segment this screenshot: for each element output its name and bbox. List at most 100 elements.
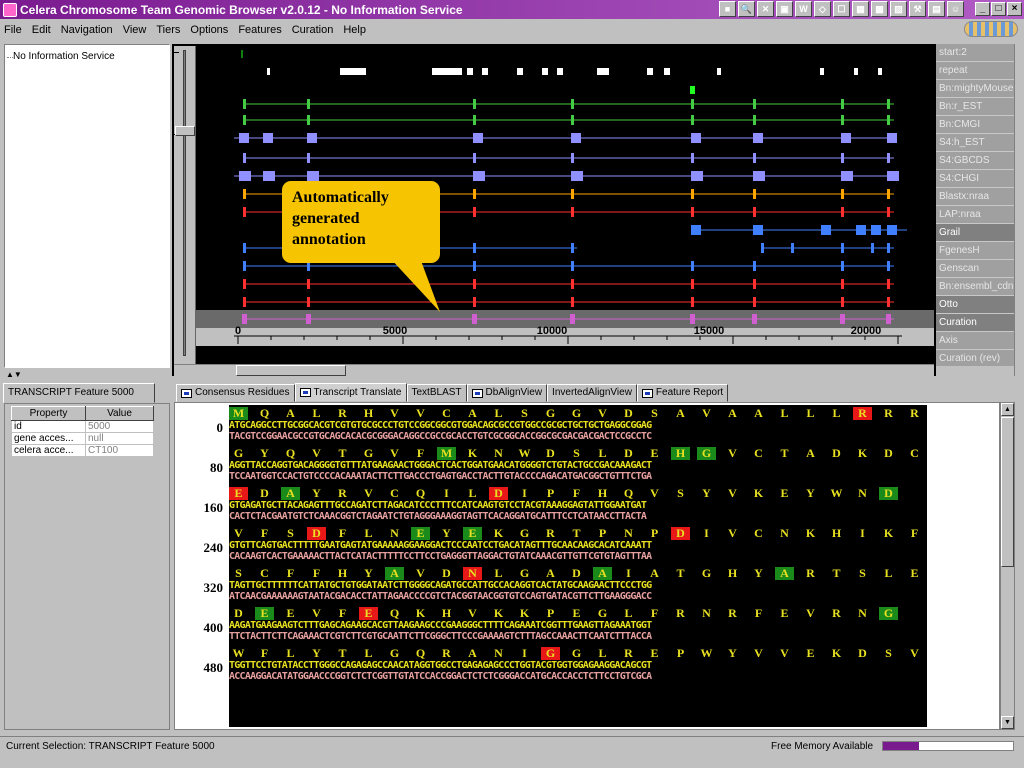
sequence-scroll-thumb[interactable] <box>1001 417 1014 567</box>
menu-navigation[interactable]: Navigation <box>61 24 113 36</box>
menu-view[interactable]: View <box>123 24 147 36</box>
amino-acid: V <box>416 566 425 580</box>
amino-acid: K <box>493 606 504 620</box>
tier-name[interactable]: Bn:ensembl_cdna <box>936 278 1014 296</box>
minimize-button[interactable]: _ <box>975 2 990 16</box>
scroll-down-icon[interactable]: ▼ <box>1001 716 1014 729</box>
menu-tiers[interactable]: Tiers <box>156 24 180 36</box>
image2-icon[interactable]: ▨ <box>890 1 907 17</box>
feature-tab[interactable]: TRANSCRIPT Feature 5000 <box>3 383 155 403</box>
feature-block <box>263 171 275 181</box>
maximize-button[interactable]: □ <box>991 2 1006 16</box>
tab-textblast[interactable]: TextBLAST <box>406 384 467 402</box>
tier-name[interactable]: FgenesH <box>936 242 1014 260</box>
sequence-scrollbar[interactable]: ▲ ▼ <box>1000 402 1015 730</box>
amino-acid: V <box>728 526 737 540</box>
amino-acid: A <box>728 406 737 420</box>
close-button[interactable]: × <box>1007 2 1022 16</box>
tier-name[interactable]: start:2 <box>936 44 1014 62</box>
tier-name[interactable]: Otto <box>936 296 1014 314</box>
tier-name[interactable]: Bn:r_EST <box>936 98 1014 116</box>
tier-name[interactable]: S4:CHGI <box>936 170 1014 188</box>
menu-curation[interactable]: Curation <box>292 24 334 36</box>
amino-acid: K <box>831 646 842 660</box>
search-icon[interactable]: 🔍 <box>738 1 755 17</box>
menu-edit[interactable]: Edit <box>32 24 51 36</box>
menu-options[interactable]: Options <box>190 24 228 36</box>
compare-icon[interactable]: ✕ <box>757 1 774 17</box>
service-tree[interactable]: No Information Service <box>4 44 170 368</box>
tier-name[interactable]: Bn:mightyMouse <box>936 80 1014 98</box>
feature-block <box>243 261 246 271</box>
amino-acid: A <box>385 567 404 580</box>
flag-icon[interactable]: ■ <box>719 1 736 17</box>
grid-icon[interactable]: ▦ <box>852 1 869 17</box>
amino-acid: F <box>338 526 347 540</box>
zoom-thumb[interactable] <box>175 126 195 136</box>
amino-acid: R <box>442 646 451 660</box>
amino-acid: F <box>416 446 425 460</box>
repeat-feature <box>717 68 721 75</box>
feature-block <box>571 243 574 253</box>
amino-acid: D <box>879 487 898 500</box>
tab-consensus-residues[interactable]: Consensus Residues <box>176 384 295 402</box>
diamond-icon[interactable]: ◇ <box>814 1 831 17</box>
feature-block <box>307 171 319 181</box>
feature-block <box>473 99 476 109</box>
feature-block <box>841 133 851 143</box>
tab-invertedalignview[interactable]: InvertedAlignView <box>547 384 637 402</box>
tier-name[interactable]: S4:GBCDS <box>936 152 1014 170</box>
property-row[interactable]: celera acce... CT100 <box>11 444 154 457</box>
collapse-arrow-icon[interactable]: ▲▼ <box>6 370 22 379</box>
tier-names-scrollbar[interactable] <box>1014 44 1023 376</box>
tree-node-root[interactable]: No Information Service <box>7 51 115 62</box>
scroll-up-icon[interactable]: ▲ <box>1001 403 1014 416</box>
amino-acid: L <box>494 566 503 580</box>
amino-acid: I <box>860 526 865 540</box>
image-icon[interactable]: ▩ <box>871 1 888 17</box>
value-header[interactable]: Value <box>85 406 154 421</box>
tier-name[interactable]: Genscan <box>936 260 1014 278</box>
amino-acid: A <box>806 446 815 460</box>
property-row[interactable]: id 5000 <box>11 420 154 433</box>
amino-acid-row: SCFFHYAVDNLGADAIATGHYARTSLE <box>229 567 927 580</box>
people-icon[interactable]: ☺ <box>947 1 964 17</box>
tier-name[interactable]: Curation (rev) <box>936 350 1014 366</box>
amino-acid: L <box>884 566 893 580</box>
window-icon[interactable]: ▣ <box>776 1 793 17</box>
menu-file[interactable]: File <box>4 24 22 36</box>
tier-name[interactable]: Grail <box>936 224 1014 242</box>
feature-block <box>753 297 756 307</box>
tier-name[interactable]: Curation <box>936 314 1014 332</box>
property-row[interactable]: gene acces... null <box>11 432 154 445</box>
amino-acid-row: WFLYTLGQRANIGGLREPWYVVEKDSV <box>229 647 927 660</box>
memory-label: Free Memory Available <box>771 741 874 752</box>
tier-name[interactable]: Blastx:nraa <box>936 188 1014 206</box>
bookmark-icon[interactable]: ☐ <box>833 1 850 17</box>
menu-help[interactable]: Help <box>343 24 366 36</box>
tab-feature-report[interactable]: Feature Report <box>636 384 729 402</box>
menu-features[interactable]: Features <box>238 24 281 36</box>
view-tabs: Consensus Residues Transcript Translate Te… <box>176 383 1016 402</box>
word-icon[interactable]: W <box>795 1 812 17</box>
horizontal-scroll-thumb[interactable] <box>236 365 346 376</box>
amino-acid: G <box>879 607 898 620</box>
print-icon[interactable]: ▤ <box>928 1 945 17</box>
property-header[interactable]: Property <box>11 406 86 421</box>
tier-name[interactable]: Axis <box>936 332 1014 350</box>
amino-acid: E <box>229 487 248 500</box>
amino-acid: N <box>624 526 633 540</box>
axis-tick-label: 10000 <box>537 325 568 337</box>
tools-icon[interactable]: ⚒ <box>909 1 926 17</box>
zoom-slider[interactable] <box>174 46 196 364</box>
tier-name[interactable]: LAP:nraa <box>936 206 1014 224</box>
tier-name[interactable]: Bn:CMGI <box>936 116 1014 134</box>
sequence-view[interactable]: 0 M Q A L R H V V C A L S G G V D S A V A A L L L R R R ATGCAGGCCTTG… <box>174 402 1000 730</box>
tier-name[interactable]: repeat <box>936 62 1014 80</box>
tab-transcript-translate[interactable]: Transcript Translate <box>294 383 407 402</box>
amino-acid: V <box>598 406 607 420</box>
tier-name[interactable]: S4:h_EST <box>936 134 1014 152</box>
tab-dbalignview[interactable]: DbAlignView <box>466 384 548 402</box>
amino-acid: E <box>650 646 659 660</box>
horizontal-scrollbar[interactable] <box>174 364 934 376</box>
